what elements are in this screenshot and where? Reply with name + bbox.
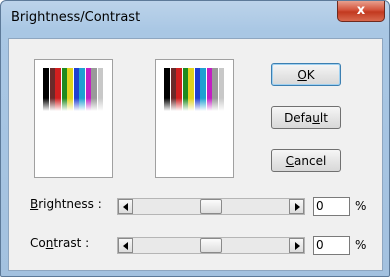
default-label-pre: Defa [284,111,313,125]
color-stripe [218,68,224,111]
contrast-unit: % [355,238,367,252]
color-stripe [55,68,61,111]
color-stripe [97,68,103,111]
close-icon: x [356,3,366,18]
contrast-value-input[interactable]: 0 [313,236,350,255]
color-stripe [79,68,85,111]
ok-label-post: K [306,68,315,82]
contrast-slider-thumb[interactable] [200,238,222,253]
arrow-left-icon [123,203,128,211]
contrast-label: Contrast : [30,236,89,250]
cancel-button[interactable]: Cancel [271,149,341,172]
dialog-title: Brightness/Contrast [11,10,141,25]
color-stripe [212,68,218,111]
color-stripes-original [43,68,103,111]
brightness-decrease-button[interactable] [118,199,133,214]
color-stripe [176,68,182,111]
contrast-label-rest: trast : [53,236,90,250]
brightness-unit: % [355,199,367,213]
color-stripe [43,68,49,111]
contrast-decrease-button[interactable] [118,238,133,253]
arrow-left-icon [123,242,128,250]
contrast-slider[interactable] [117,237,305,254]
ok-button[interactable]: OK [271,63,341,86]
brightness-accesskey: B [30,197,39,211]
arrow-right-icon [295,203,300,211]
color-stripes-adjusted [164,68,224,111]
original-preview [34,59,113,178]
default-button[interactable]: Default [271,106,341,129]
contrast-label-pre: Co [30,236,46,250]
title-bar: Brightness/Contrast x [1,1,389,37]
adjusted-preview [155,59,234,178]
brightness-label: Brightness : [30,197,102,211]
dialog-body: OK Default Cancel Brightness : 0 % Contr… [8,38,383,271]
default-label-post: lt [319,111,328,125]
brightness-contrast-dialog: Brightness/Contrast x OK Default Cancel … [0,0,390,277]
brightness-value-input[interactable]: 0 [313,197,350,216]
color-stripe [164,68,170,111]
arrow-right-icon [295,242,300,250]
color-stripe [67,68,73,111]
brightness-increase-button[interactable] [289,199,304,214]
close-button[interactable]: x [337,1,385,22]
cancel-accesskey: C [285,154,295,168]
brightness-slider-thumb[interactable] [200,199,222,214]
color-stripe [200,68,206,111]
color-stripe [188,68,194,111]
color-stripe [91,68,97,111]
brightness-slider[interactable] [117,198,305,215]
default-accesskey: u [312,111,320,125]
contrast-increase-button[interactable] [289,238,304,253]
ok-accesskey: O [297,68,307,82]
cancel-label-post: ancel [294,154,327,168]
brightness-label-rest: rightness : [38,197,102,211]
